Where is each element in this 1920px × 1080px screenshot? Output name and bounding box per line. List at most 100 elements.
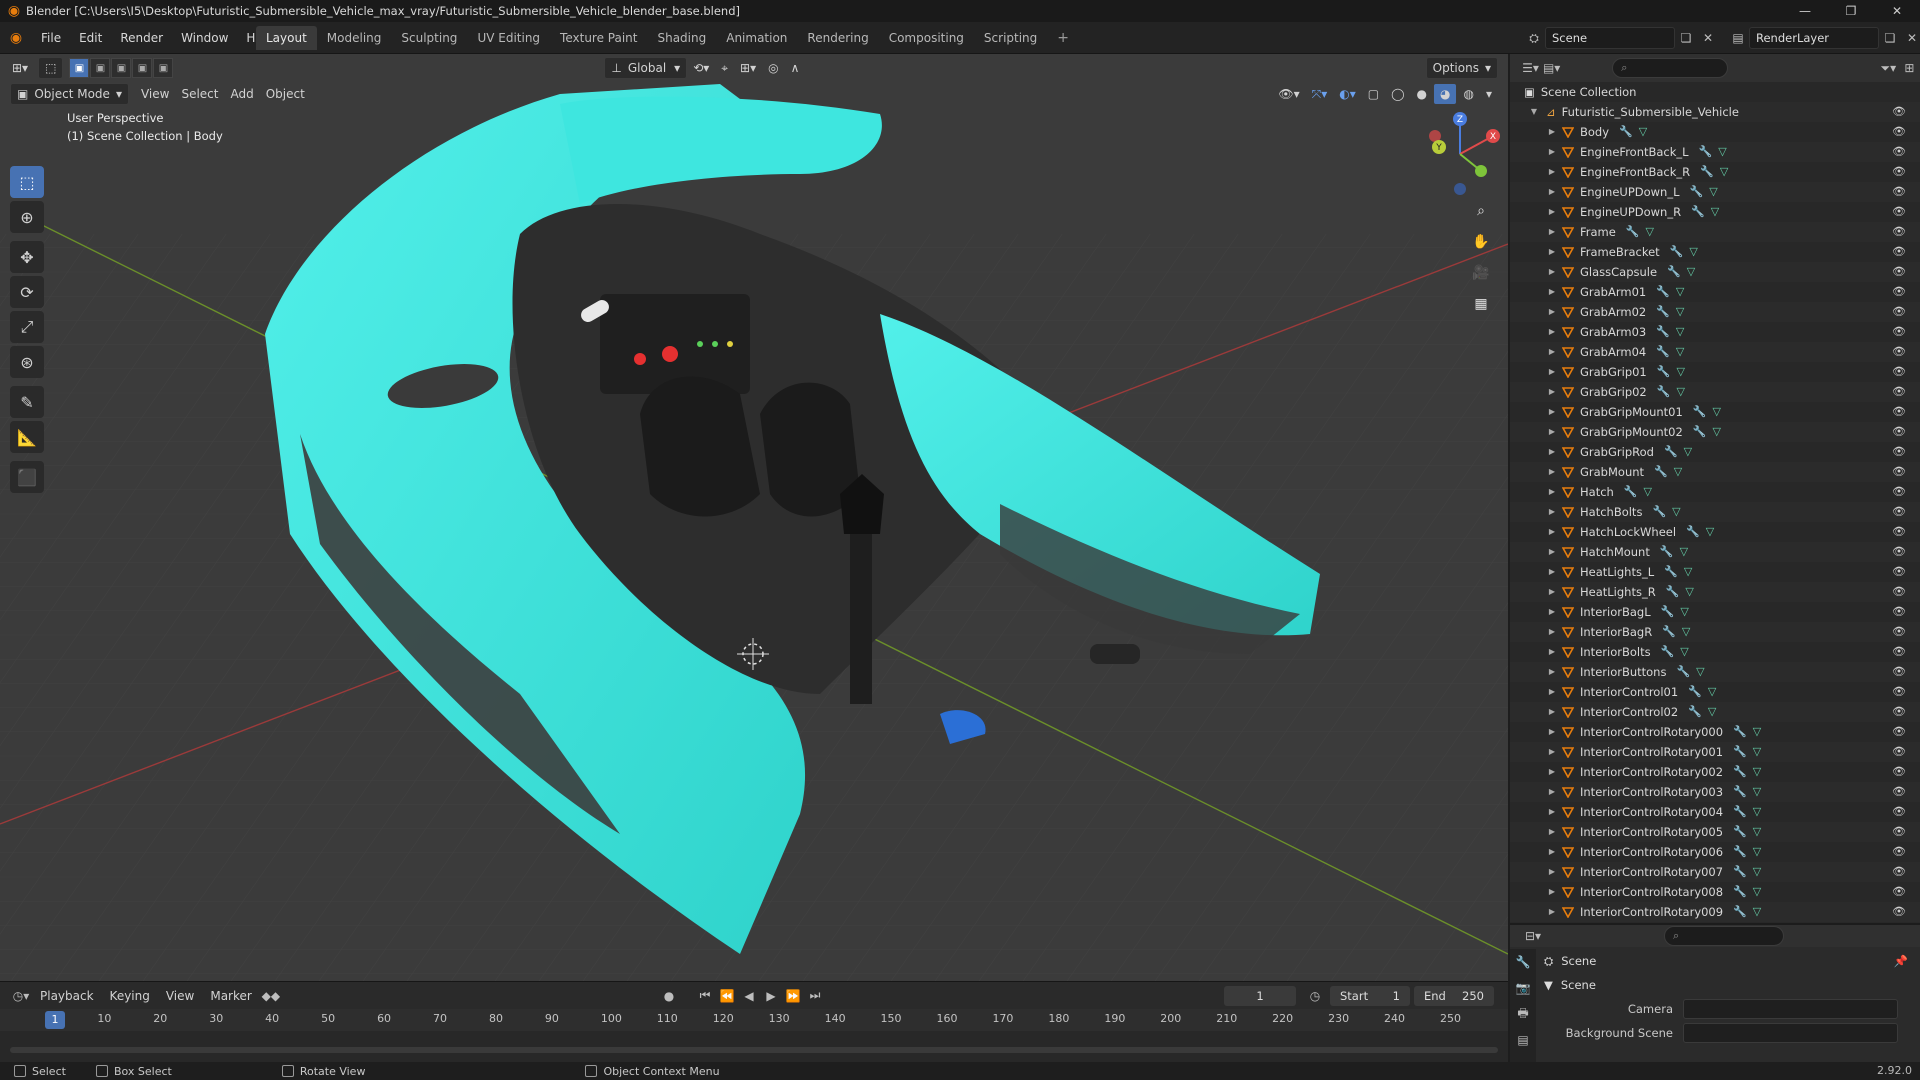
eye-icon[interactable]: 👁 (1892, 882, 1906, 902)
modifier-wrench-icon[interactable]: 🔧 (1693, 402, 1707, 422)
timeline-track[interactable] (0, 1031, 1508, 1063)
falloff-icon[interactable]: ∧ (785, 57, 806, 79)
tab-rendering[interactable]: Rendering (797, 26, 878, 50)
mesh-data-icon[interactable]: ▽ (1676, 302, 1684, 322)
mesh-data-icon[interactable]: ▽ (1684, 442, 1692, 462)
scene-collection-row[interactable]: ▣ Scene Collection (1510, 82, 1920, 102)
modifier-wrench-icon[interactable]: 🔧 (1733, 842, 1747, 862)
modifier-wrench-icon[interactable]: 🔧 (1666, 582, 1680, 602)
eye-icon[interactable]: 👁 (1892, 782, 1906, 802)
outliner-object-row[interactable]: ▶ InteriorBolts 🔧 ▽ 👁 (1510, 642, 1920, 662)
xray-icon[interactable]: ▢ (1362, 83, 1385, 105)
modifier-wrench-icon[interactable]: 🔧 (1660, 542, 1674, 562)
outliner-object-row[interactable]: ▶ InteriorControl01 🔧 ▽ 👁 (1510, 682, 1920, 702)
timeline-menu-view[interactable]: View (158, 989, 202, 1003)
panel-title[interactable]: Scene (1561, 978, 1596, 992)
outliner-object-row[interactable]: ▶ FrameBracket 🔧 ▽ 👁 (1510, 242, 1920, 262)
new-view-layer-icon[interactable]: ❏ (1879, 27, 1901, 49)
modifier-wrench-icon[interactable]: 🔧 (1700, 162, 1714, 182)
outliner-object-row[interactable]: ▶ GrabGripMount02 🔧 ▽ 👁 (1510, 422, 1920, 442)
outliner-object-row[interactable]: ▶ InteriorControlRotary007 🔧 ▽ 👁 (1510, 862, 1920, 882)
eye-icon[interactable]: 👁 (1892, 142, 1906, 162)
tab-compositing[interactable]: Compositing (879, 26, 974, 50)
mesh-data-icon[interactable]: ▽ (1753, 862, 1761, 882)
expand-arrow-icon[interactable]: ▶ (1546, 742, 1558, 762)
expand-arrow-icon[interactable]: ▶ (1546, 422, 1558, 442)
eye-icon[interactable]: 👁 (1892, 622, 1906, 642)
eye-icon[interactable]: 👁 (1892, 422, 1906, 442)
navigation-gizmo[interactable]: Z X Y (1415, 109, 1505, 199)
preview-range-icon[interactable]: ◷ (1304, 985, 1326, 1007)
modifier-wrench-icon[interactable]: 🔧 (1733, 862, 1747, 882)
outliner-object-row[interactable]: ▶ GrabArm04 🔧 ▽ 👁 (1510, 342, 1920, 362)
outliner-object-row[interactable]: ▶ EngineFrontBack_R 🔧 ▽ 👁 (1510, 162, 1920, 182)
ortho-grid-icon[interactable]: ▦ (1467, 290, 1495, 318)
tab-layout[interactable]: Layout (256, 26, 317, 50)
expand-arrow-icon[interactable]: ▶ (1546, 122, 1558, 142)
mesh-data-icon[interactable]: ▽ (1753, 882, 1761, 902)
start-frame-field[interactable]: Start 1 (1330, 986, 1410, 1006)
outliner-object-row[interactable]: ▶ EngineFrontBack_L 🔧 ▽ 👁 (1510, 142, 1920, 162)
visibility-icon[interactable]: 👁▾ (1272, 83, 1305, 105)
select-intersect-icon[interactable]: ▣ (153, 58, 174, 78)
outliner-object-row[interactable]: ▶ InteriorControlRotary004 🔧 ▽ 👁 (1510, 802, 1920, 822)
eye-icon[interactable]: 👁 (1892, 502, 1906, 522)
outliner-object-row[interactable]: ▶ GrabArm02 🔧 ▽ 👁 (1510, 302, 1920, 322)
new-scene-icon[interactable]: ❏ (1675, 27, 1697, 49)
properties-search-input[interactable]: ⌕ (1664, 926, 1784, 946)
modifier-wrench-icon[interactable]: 🔧 (1733, 722, 1747, 742)
pivot-icon[interactable]: ⟲▾ (687, 57, 715, 79)
current-frame-field[interactable]: 1 (1224, 986, 1296, 1006)
outliner-search-input[interactable]: ⌕ (1612, 58, 1728, 78)
expand-arrow-icon[interactable]: ▶ (1546, 622, 1558, 642)
eye-icon[interactable]: 👁 (1892, 182, 1906, 202)
outliner-object-row[interactable]: ▶ GlassCapsule 🔧 ▽ 👁 (1510, 262, 1920, 282)
eye-icon[interactable]: 👁 (1892, 542, 1906, 562)
shading-options-icon[interactable]: ▾ (1480, 83, 1498, 105)
options-dropdown[interactable]: Options ▾ (1425, 57, 1498, 79)
outliner-object-row[interactable]: ▶ Frame 🔧 ▽ 👁 (1510, 222, 1920, 242)
outliner-object-row[interactable]: ▶ InteriorControlRotary001 🔧 ▽ 👁 (1510, 742, 1920, 762)
expand-arrow-icon[interactable]: ▶ (1546, 582, 1558, 602)
expand-arrow-icon[interactable]: ▶ (1546, 262, 1558, 282)
mesh-data-icon[interactable]: ▽ (1676, 282, 1684, 302)
timeline-scrollbar[interactable] (10, 1047, 1498, 1053)
expand-arrow-icon[interactable]: ▶ (1546, 642, 1558, 662)
modifier-wrench-icon[interactable]: 🔧 (1657, 382, 1671, 402)
3d-viewport[interactable]: ⊞▾ ⬚ ▣ ▣ ▣ ▣ ▣ ⊥ Global ▾ ⟲▾ ⌖ ⊞▾ ◎ ∧ Op… (0, 54, 1508, 981)
close-button[interactable]: ✕ (1874, 0, 1920, 22)
timeline-type-icon[interactable]: ◷▾ (10, 985, 32, 1007)
modifier-wrench-icon[interactable]: 🔧 (1686, 522, 1700, 542)
mesh-data-icon[interactable]: ▽ (1674, 462, 1682, 482)
modifier-wrench-icon[interactable]: 🔧 (1664, 562, 1678, 582)
eye-icon[interactable]: 👁 (1892, 342, 1906, 362)
expand-arrow-icon[interactable]: ▶ (1546, 842, 1558, 862)
modifier-wrench-icon[interactable]: 🔧 (1733, 902, 1747, 922)
mesh-data-icon[interactable]: ▽ (1676, 322, 1684, 342)
modifier-wrench-icon[interactable]: 🔧 (1691, 202, 1705, 222)
expand-arrow-icon[interactable]: ▶ (1546, 902, 1558, 922)
expand-arrow-icon[interactable]: ▶ (1546, 562, 1558, 582)
outliner-object-row[interactable]: ▶ HatchBolts 🔧 ▽ 👁 (1510, 502, 1920, 522)
eye-icon[interactable]: 👁 (1892, 442, 1906, 462)
modifier-wrench-icon[interactable]: 🔧 (1656, 342, 1670, 362)
modifier-wrench-icon[interactable]: 🔧 (1656, 322, 1670, 342)
tab-shading[interactable]: Shading (647, 26, 716, 50)
select-tool-icon[interactable]: ⬚ (38, 57, 64, 79)
rendered-shading-icon[interactable]: ◍ (1457, 83, 1479, 105)
outliner-object-row[interactable]: ▶ GrabGrip02 🔧 ▽ 👁 (1510, 382, 1920, 402)
render-props-icon[interactable]: 📷 (1510, 975, 1536, 1001)
eye-icon[interactable]: 👁 (1892, 902, 1906, 922)
modifier-wrench-icon[interactable]: 🔧 (1662, 622, 1676, 642)
eye-icon[interactable]: 👁 (1892, 102, 1906, 122)
mesh-data-icon[interactable]: ▽ (1713, 402, 1721, 422)
menu-window[interactable]: Window (172, 31, 237, 45)
modifier-wrench-icon[interactable]: 🔧 (1699, 142, 1713, 162)
expand-arrow-icon[interactable]: ▶ (1546, 662, 1558, 682)
modifier-wrench-icon[interactable]: 🔧 (1624, 482, 1638, 502)
outliner-object-row[interactable]: ▶ InteriorButtons 🔧 ▽ 👁 (1510, 662, 1920, 682)
view-layer-icon[interactable]: ▤ (1727, 27, 1749, 49)
expand-arrow-icon[interactable]: ▶ (1546, 802, 1558, 822)
mesh-data-icon[interactable]: ▽ (1696, 662, 1704, 682)
solid-shading-icon[interactable]: ● (1411, 83, 1433, 105)
